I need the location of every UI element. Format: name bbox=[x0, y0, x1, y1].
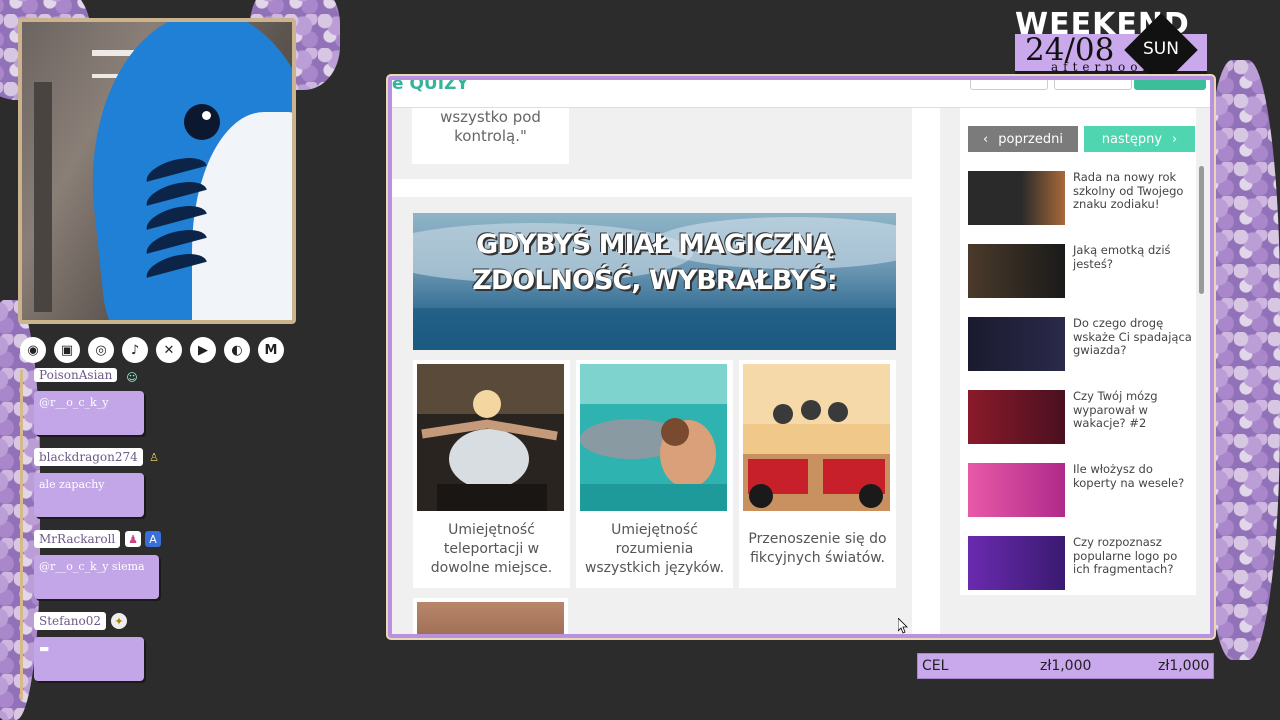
schedule-day: SUN bbox=[1143, 39, 1179, 59]
next-label: następny bbox=[1101, 131, 1163, 147]
badge-icon: ♙ bbox=[149, 450, 159, 464]
chat-username: PoisonAsian bbox=[34, 368, 118, 382]
related-quiz-item[interactable]: Rada na nowy rok szkolny od Twojego znak… bbox=[968, 170, 1198, 227]
chat-message: @r__o_c_k_y siema bbox=[34, 555, 159, 599]
emote-icon: ☺ bbox=[126, 370, 138, 384]
pioneer-icon[interactable]: ◉ bbox=[20, 337, 46, 363]
chat-message: @r__o_c_k_y bbox=[34, 391, 144, 435]
sidebar-scrollbar[interactable] bbox=[1199, 166, 1204, 294]
question-banner: GDYBYŚ MIAŁ MAGICZNĄ ZDOLNOŚĆ, WYBRAŁBYŚ… bbox=[413, 213, 896, 350]
quiz-thumbnail bbox=[968, 171, 1065, 225]
badge-icon: ✦ bbox=[111, 613, 127, 629]
quiz-title: Ile włożysz do koperty na wesele? bbox=[1073, 462, 1185, 490]
answer-image-atv bbox=[743, 364, 890, 511]
twitch-icon[interactable]: ▣ bbox=[54, 337, 80, 363]
related-quiz-item[interactable]: Jaką emotką dziś jesteś? bbox=[968, 243, 1198, 300]
related-quiz-item[interactable]: Do czego drogę wskaże Ci spadająca gwiaz… bbox=[968, 316, 1198, 373]
answer-option-3[interactable]: Przenoszenie się do fikcyjnych światów. bbox=[739, 360, 896, 588]
quiz-thumbnail bbox=[968, 244, 1065, 298]
weekend-schedule-logo: WEEKEND 24/08 afternoon SUN bbox=[1015, 8, 1207, 87]
related-quizzes-sidebar: ‹ poprzedni następny › Rada na nowy rok … bbox=[940, 108, 1210, 634]
donation-goal-bar: CEL zł1,000 zł1,000 bbox=[917, 653, 1214, 679]
badge-icon: ♟ bbox=[125, 531, 141, 547]
youtube-icon[interactable]: ▶ bbox=[190, 337, 216, 363]
previous-label: poprzedni bbox=[998, 131, 1063, 147]
chevron-right-icon: › bbox=[1172, 131, 1178, 147]
instagram-icon[interactable]: ◎ bbox=[88, 337, 114, 363]
chat-message: ▬ bbox=[34, 637, 144, 681]
social-links: ◉ ▣ ◎ ♪ ✕ ▶ ◐ M bbox=[20, 337, 284, 363]
quiz-content: wszystko pod kontrolą." GDYBYŚ MIAŁ MAGI… bbox=[392, 108, 912, 634]
goal-target: zł1,000 bbox=[1158, 658, 1210, 674]
discord-icon[interactable]: ◐ bbox=[224, 337, 250, 363]
related-quiz-item[interactable]: Ile włożysz do koperty na wesele? bbox=[968, 462, 1198, 519]
site-header: e QUIZY bbox=[392, 80, 1210, 108]
answer-label: Umiejętność teleportacji w dowolne miejs… bbox=[430, 521, 553, 576]
quiz-title: Jaką emotką dziś jesteś? bbox=[1073, 243, 1171, 271]
chat-divider bbox=[20, 370, 23, 700]
answer-option-4[interactable] bbox=[413, 598, 568, 634]
quiz-thumbnail bbox=[968, 463, 1065, 517]
chat-username: MrRackaroll bbox=[34, 530, 121, 548]
previous-button[interactable]: ‹ poprzedni bbox=[968, 126, 1078, 152]
chevron-left-icon: ‹ bbox=[983, 131, 989, 147]
browser-window: e QUIZY wszystko pod kontrolą." GDYBYŚ M… bbox=[388, 76, 1214, 638]
question-text: GDYBYŚ MIAŁ MAGICZNĄ ZDOLNOŚĆ, WYBRAŁBYŚ… bbox=[472, 229, 837, 296]
chat-username: blackdragon274 bbox=[34, 448, 143, 466]
answer-image-dolphin bbox=[580, 364, 727, 511]
answer-image-teleport bbox=[417, 364, 564, 511]
quiz-thumbnail bbox=[968, 317, 1065, 371]
related-quiz-item[interactable]: Czy Twój mózg wyparował w wakacje? #2 bbox=[968, 389, 1198, 446]
x-icon[interactable]: ✕ bbox=[156, 337, 182, 363]
related-quiz-item[interactable]: Czy rozpoznasz popularne logo po ich fra… bbox=[968, 535, 1198, 592]
answer-option-1[interactable]: Umiejętność teleportacji w dowolne miejs… bbox=[413, 360, 570, 588]
mouse-cursor-icon bbox=[898, 618, 908, 634]
shark-eye bbox=[184, 104, 220, 140]
badge-icon: A bbox=[145, 531, 161, 547]
header-button[interactable] bbox=[1054, 80, 1132, 90]
answer-option-2[interactable]: Umiejętność rozumienia wszystkich językó… bbox=[576, 360, 733, 588]
header-button[interactable] bbox=[970, 80, 1048, 90]
chat-message: ale zapachy bbox=[34, 473, 144, 517]
chat-username: Stefano02 bbox=[34, 612, 106, 630]
quiz-title: Do czego drogę wskaże Ci spadająca gwiaz… bbox=[1073, 316, 1192, 357]
site-logo[interactable]: e QUIZY bbox=[392, 80, 469, 94]
quiz-thumbnail bbox=[968, 390, 1065, 444]
answer-label: Umiejętność rozumienia wszystkich językó… bbox=[584, 521, 725, 576]
quiz-title: Rada na nowy rok szkolny od Twojego znak… bbox=[1073, 170, 1184, 211]
answer-label: Przenoszenie się do fikcyjnych światów. bbox=[748, 531, 887, 566]
tiktok-icon[interactable]: ♪ bbox=[122, 337, 148, 363]
goal-label: CEL bbox=[922, 658, 949, 674]
answer-image bbox=[417, 602, 564, 634]
quiz-title: Czy Twój mózg wyparował w wakacje? #2 bbox=[1073, 389, 1158, 430]
header-button[interactable] bbox=[1134, 80, 1206, 90]
previous-answer-card[interactable]: wszystko pod kontrolą." bbox=[412, 108, 569, 164]
mail-icon[interactable]: M bbox=[258, 337, 284, 363]
quiz-title: Czy rozpoznasz popularne logo po ich fra… bbox=[1073, 535, 1178, 576]
webcam-feed bbox=[18, 18, 296, 324]
next-button[interactable]: następny › bbox=[1084, 126, 1195, 152]
quiz-thumbnail bbox=[968, 536, 1065, 590]
goal-current: zł1,000 bbox=[1040, 658, 1092, 674]
